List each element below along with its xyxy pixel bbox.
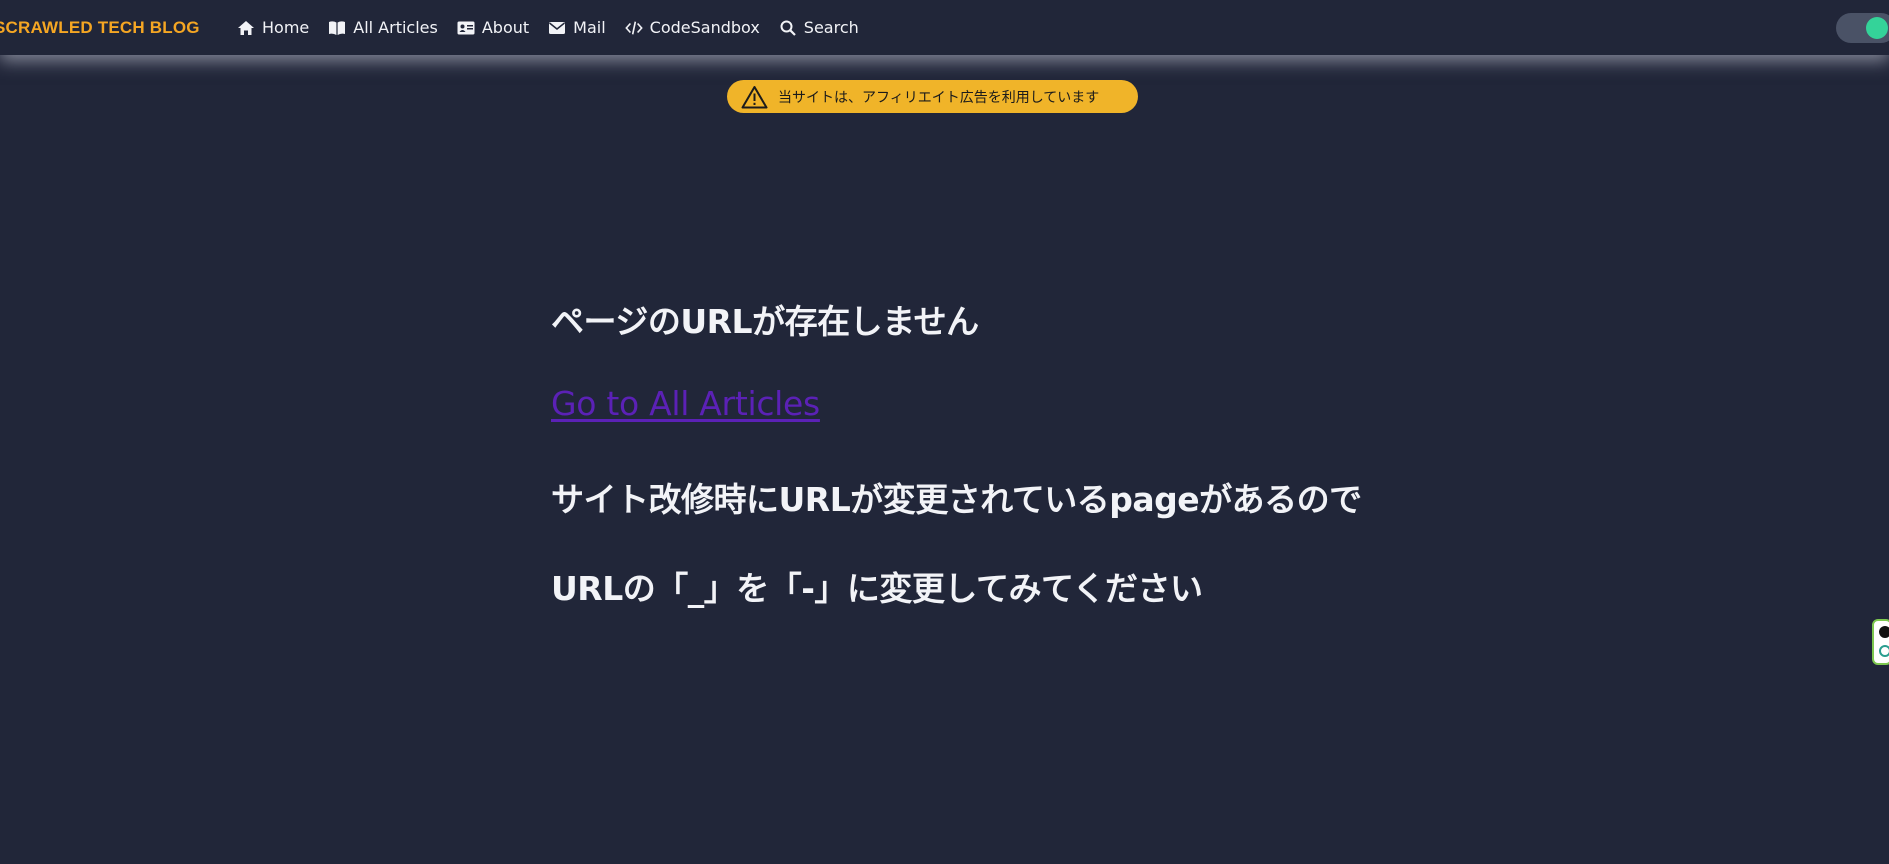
side-widget[interactable] bbox=[1872, 619, 1889, 665]
affiliate-notice-text: 当サイトは、アフィリエイト広告を利用しています bbox=[778, 89, 1100, 106]
warning-icon bbox=[741, 85, 768, 109]
nav-home[interactable]: Home bbox=[237, 18, 309, 37]
nav-search-label: Search bbox=[803, 18, 859, 37]
page-title: ページのURLが存在しません bbox=[551, 302, 979, 341]
book-icon bbox=[328, 19, 346, 37]
url-fix-instruction: URLの「_」を「-」に変更してみてください bbox=[551, 569, 1203, 608]
nav-mail-label: Mail bbox=[573, 18, 606, 37]
nav-all-articles[interactable]: All Articles bbox=[328, 18, 438, 37]
top-navbar: SCRAWLED TECH BLOG Home All Articles Abo… bbox=[0, 0, 1889, 55]
widget-logo-icon bbox=[1879, 645, 1889, 657]
id-card-icon bbox=[457, 19, 475, 37]
code-icon bbox=[624, 19, 643, 37]
all-articles-link[interactable]: Go to All Articles bbox=[551, 384, 820, 423]
nav-home-label: Home bbox=[262, 18, 310, 37]
main-nav: Home All Articles About Mail CodeSandbox bbox=[237, 0, 878, 55]
close-icon[interactable] bbox=[1879, 626, 1889, 638]
nav-mail[interactable]: Mail bbox=[548, 18, 606, 37]
nav-about[interactable]: About bbox=[457, 18, 529, 37]
affiliate-notice-badge: 当サイトは、アフィリエイト広告を利用しています bbox=[727, 80, 1138, 113]
nav-codesandbox[interactable]: CodeSandbox bbox=[624, 18, 760, 37]
search-icon bbox=[779, 19, 797, 37]
nav-about-label: About bbox=[481, 18, 530, 37]
nav-all-articles-label: All Articles bbox=[353, 18, 438, 37]
nav-codesandbox-label: CodeSandbox bbox=[649, 18, 760, 37]
envelope-icon bbox=[548, 19, 566, 37]
site-brand[interactable]: SCRAWLED TECH BLOG bbox=[0, 0, 200, 55]
url-change-message: サイト改修時にURLが変更されているpageがあるので bbox=[551, 480, 1362, 519]
theme-toggle[interactable] bbox=[1836, 13, 1889, 43]
nav-search[interactable]: Search bbox=[779, 18, 859, 37]
theme-toggle-knob bbox=[1866, 17, 1888, 39]
home-icon bbox=[237, 19, 255, 37]
